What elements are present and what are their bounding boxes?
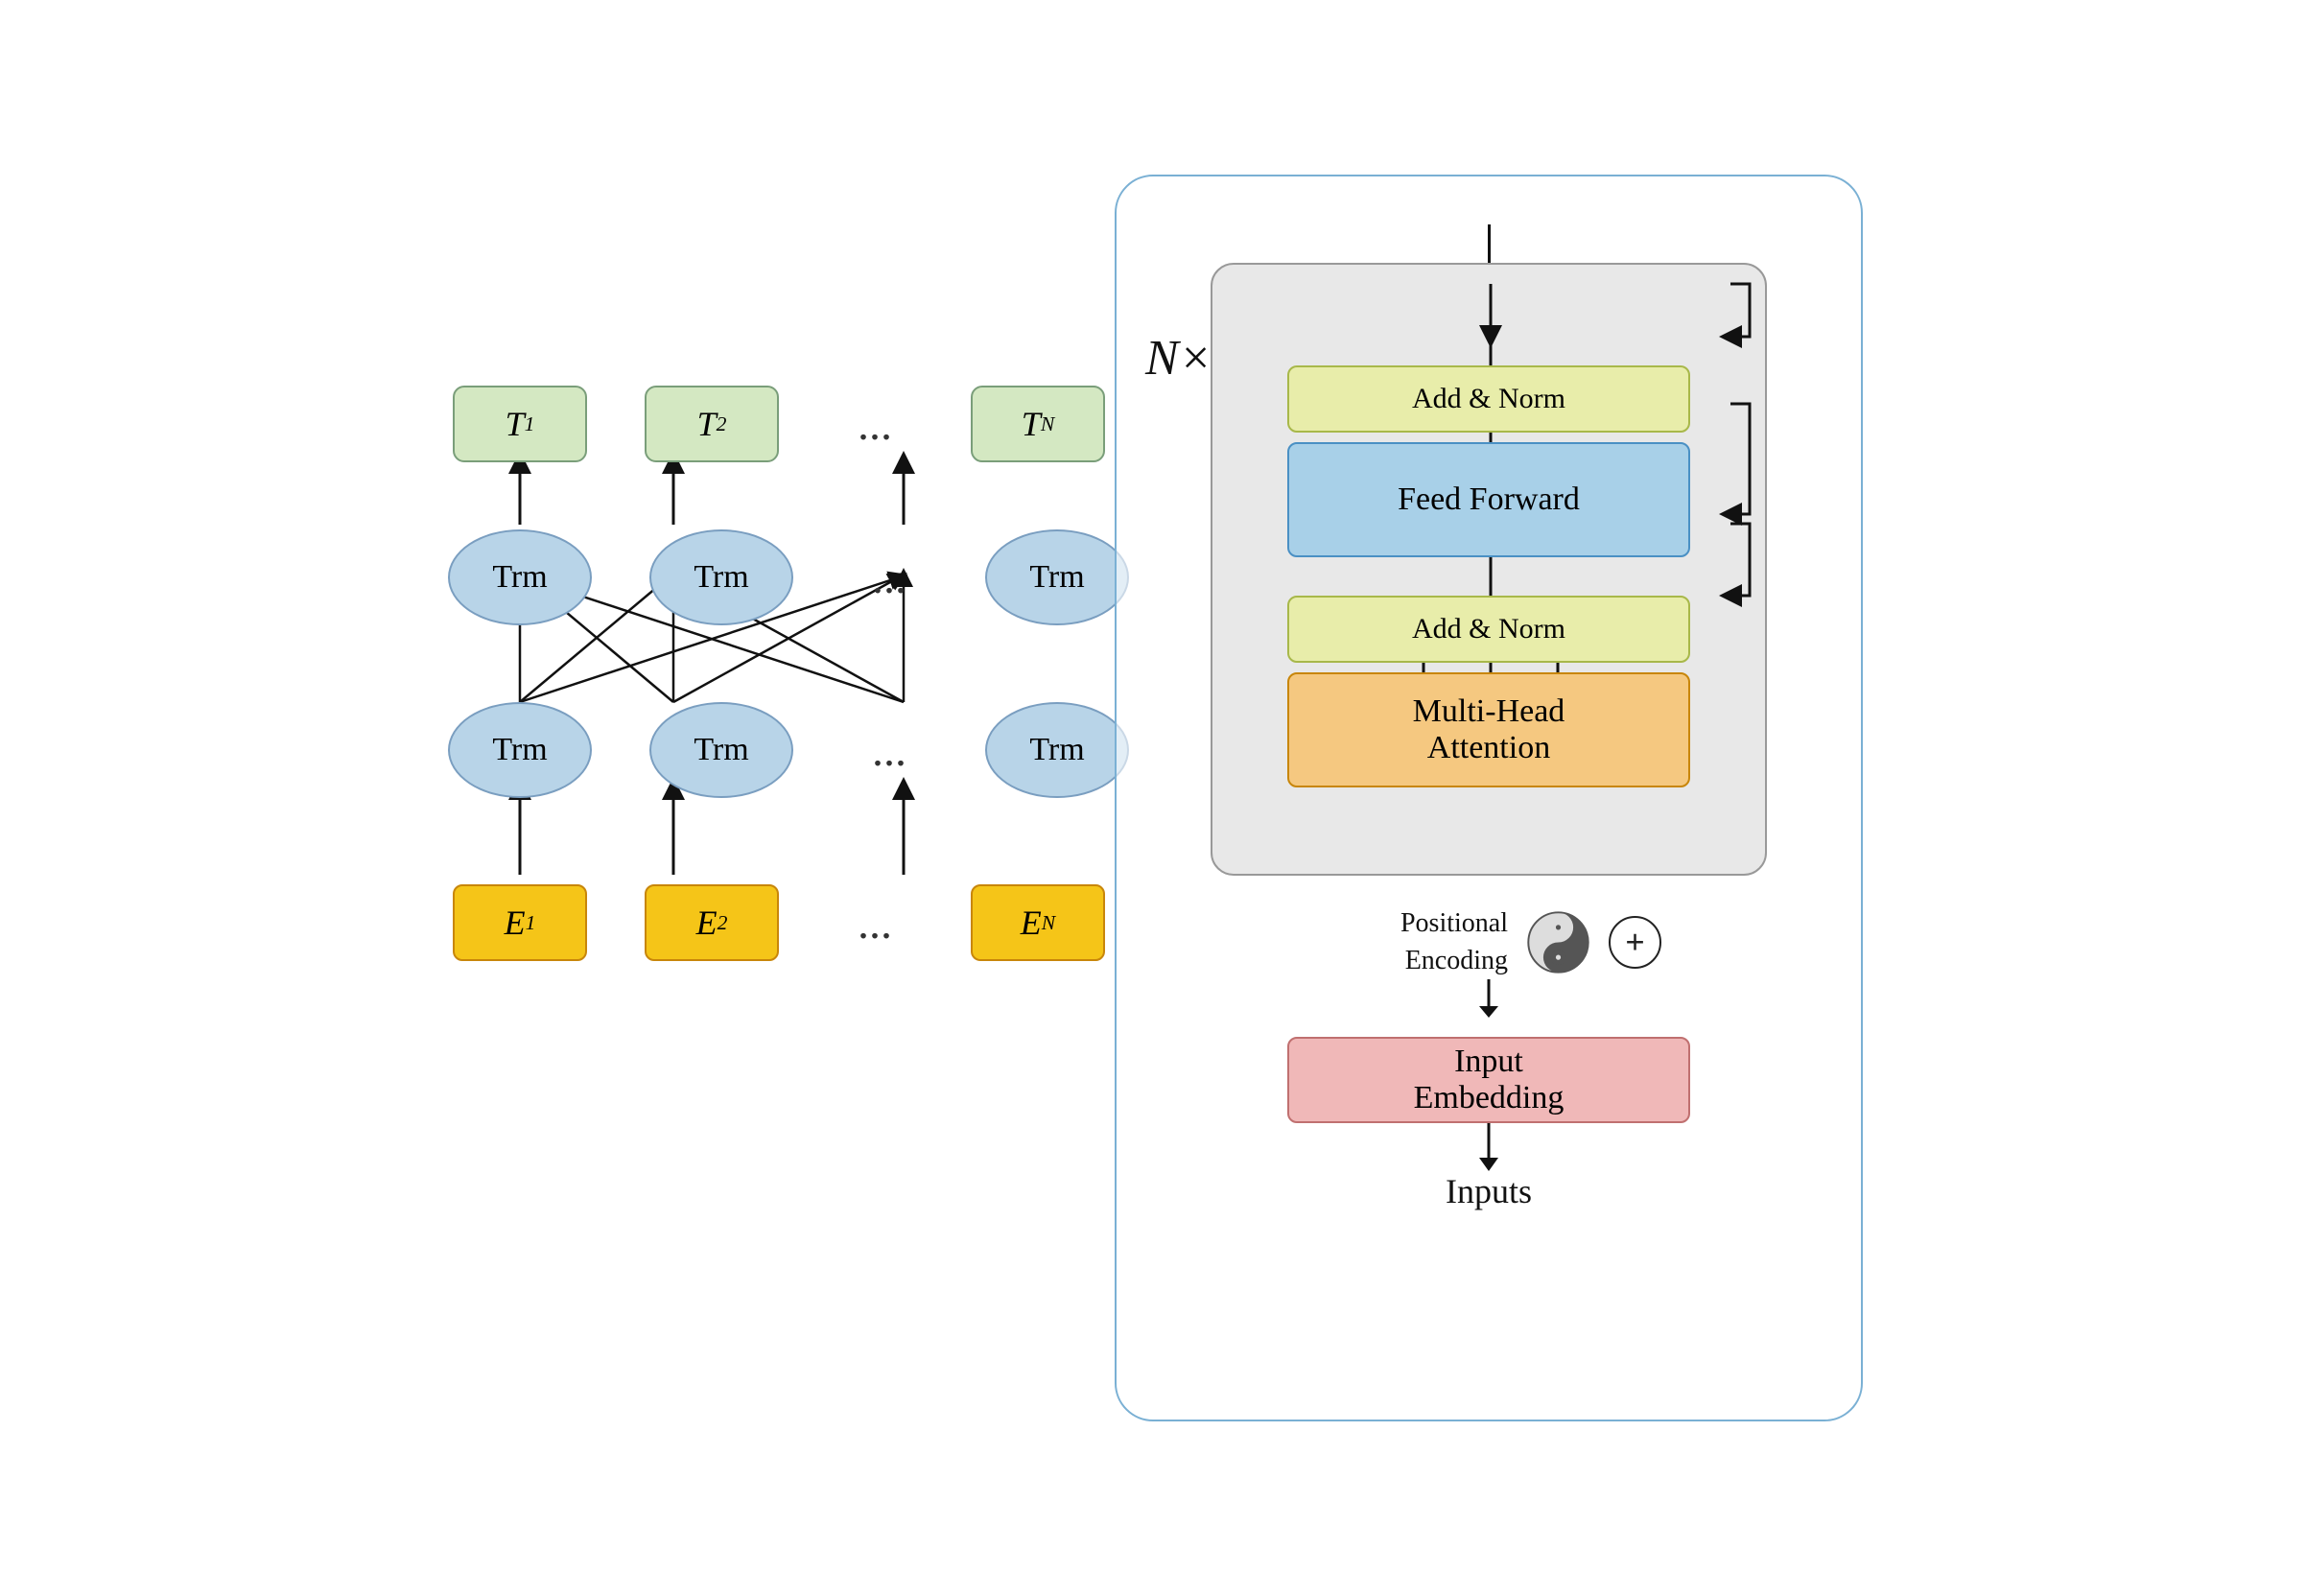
embed-e1: E1: [453, 884, 587, 961]
left-panel: T1 T2 ... TN Trm Trm ... Trm Trm Trm ...…: [443, 376, 1000, 1220]
dots-1: ...: [836, 398, 913, 451]
trm-top-1: Trm: [448, 529, 592, 625]
dots-2: ...: [851, 552, 928, 604]
embed-en: EN: [971, 884, 1105, 961]
pos-enc-row: Positional Encoding +: [1316, 904, 1661, 979]
trm-bot-2: Trm: [649, 702, 793, 798]
connections-svg: [443, 376, 1000, 1220]
right-panel: N×: [1115, 175, 1863, 1421]
nx-label: N×: [1145, 330, 1212, 387]
bottom-connectors: Input Embedding Inputs: [1287, 979, 1690, 1211]
embed-row: E1 E2 ... EN: [453, 884, 1105, 961]
token-t2: T2: [645, 386, 779, 462]
yin-yang-icon: [1527, 911, 1589, 974]
trm-bot-n: Trm: [985, 702, 1129, 798]
add-norm-bottom: Add & Norm: [1287, 596, 1690, 663]
token-t1: T1: [453, 386, 587, 462]
inputs-label: Inputs: [1446, 1171, 1532, 1211]
feed-forward-box: Feed Forward: [1287, 442, 1690, 557]
add-norm-top: Add & Norm: [1287, 365, 1690, 433]
top-residual-line: [1488, 224, 1491, 263]
token-tn: TN: [971, 386, 1105, 462]
trm-bot-1: Trm: [448, 702, 592, 798]
input-embedding-box: Input Embedding: [1287, 1037, 1690, 1123]
trm-bottom-row: Trm Trm ... Trm: [448, 702, 1129, 798]
main-container: T1 T2 ... TN Trm Trm ... Trm Trm Trm ...…: [0, 0, 2306, 1596]
multi-head-attention-box: Multi-Head Attention: [1287, 672, 1690, 787]
arrow-down-2: [1470, 1123, 1508, 1171]
trm-top-2: Trm: [649, 529, 793, 625]
output-tokens-row: T1 T2 ... TN: [453, 386, 1105, 462]
trm-top-row: Trm Trm ... Trm: [448, 529, 1129, 625]
plus-circle: +: [1609, 916, 1661, 969]
dots-4: ...: [836, 897, 913, 950]
embed-e2: E2: [645, 884, 779, 961]
pos-enc-label: Positional Encoding: [1316, 904, 1508, 979]
dots-3: ...: [851, 724, 928, 777]
trm-top-n: Trm: [985, 529, 1129, 625]
arrow-down-1: [1470, 979, 1508, 1018]
nx-box: Add & Norm Feed Forward Add & Norm Multi…: [1211, 263, 1767, 876]
